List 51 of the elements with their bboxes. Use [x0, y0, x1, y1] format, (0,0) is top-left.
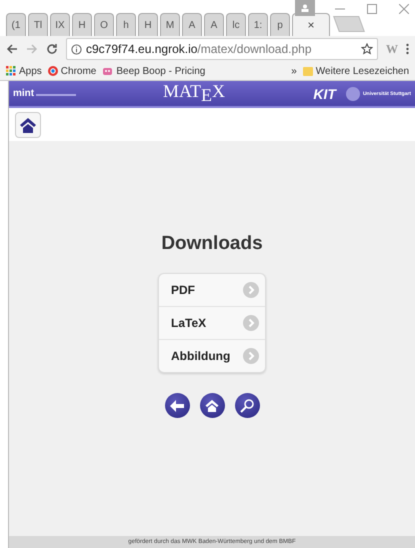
home-icon [19, 116, 37, 132]
info-icon[interactable] [71, 44, 82, 54]
close-icon[interactable] [399, 4, 409, 14]
globe-icon [48, 66, 58, 76]
browser-tab[interactable]: IX [50, 13, 70, 36]
star-icon[interactable] [361, 43, 373, 55]
browser-tab[interactable]: A [204, 13, 224, 36]
robot-icon [102, 66, 114, 76]
page-heading: Downloads [161, 233, 263, 255]
bookmark-link[interactable]: Beep Boop - Pricing [116, 66, 206, 76]
download-item[interactable]: PDF [159, 274, 265, 306]
chevron-icon [243, 282, 259, 298]
back-button[interactable] [164, 393, 190, 418]
download-item[interactable]: Abbildung [159, 339, 265, 372]
browser-tab[interactable]: M [160, 13, 180, 36]
chevron-icon [243, 315, 259, 331]
browser-tab[interactable]: lc [226, 13, 246, 36]
maximize-icon[interactable] [367, 4, 377, 14]
search-button[interactable] [234, 393, 260, 418]
address-bar[interactable]: c9c79f74.eu.ngrok.io/matex/download.php [66, 38, 378, 60]
browser-tab[interactable]: H [138, 13, 158, 36]
browser-tab[interactable]: (1 [6, 13, 26, 36]
home-button[interactable] [200, 393, 224, 418]
home-button[interactable] [15, 112, 41, 138]
bookmark-folder[interactable]: Weitere Lesezeichen [316, 66, 409, 76]
arrow-left-icon [170, 400, 184, 412]
download-item[interactable]: LaTeX [159, 306, 265, 339]
browser-tab[interactable]: O [94, 13, 114, 36]
browser-tab[interactable]: × [292, 13, 330, 36]
apps-icon [6, 66, 16, 76]
home-icon [204, 399, 220, 412]
mint-logo: mint [13, 88, 34, 99]
overflow-chevron[interactable]: » [291, 66, 297, 76]
url-path: /matex/download.php [197, 42, 312, 56]
browser-tab[interactable]: h [116, 13, 136, 36]
menu-icon[interactable] [406, 43, 409, 55]
browser-tab[interactable]: Tl [28, 13, 48, 36]
browser-tab[interactable]: A [182, 13, 202, 36]
kit-logo: KIT [313, 86, 336, 102]
browser-tab[interactable]: p [270, 13, 290, 36]
bookmark-link[interactable]: Apps [19, 66, 42, 76]
bookmark-link[interactable]: Chrome [60, 66, 96, 76]
back-icon[interactable] [6, 43, 18, 55]
url-host: c9c79f74.eu.ngrok.io [86, 42, 198, 56]
browser-tab[interactable]: 1: [248, 13, 268, 36]
reload-icon[interactable] [46, 43, 58, 55]
chevron-icon [243, 348, 259, 364]
folder-icon [302, 66, 313, 76]
browser-tab[interactable]: H [72, 13, 92, 36]
seal-icon [346, 86, 360, 100]
search-icon [240, 398, 254, 412]
